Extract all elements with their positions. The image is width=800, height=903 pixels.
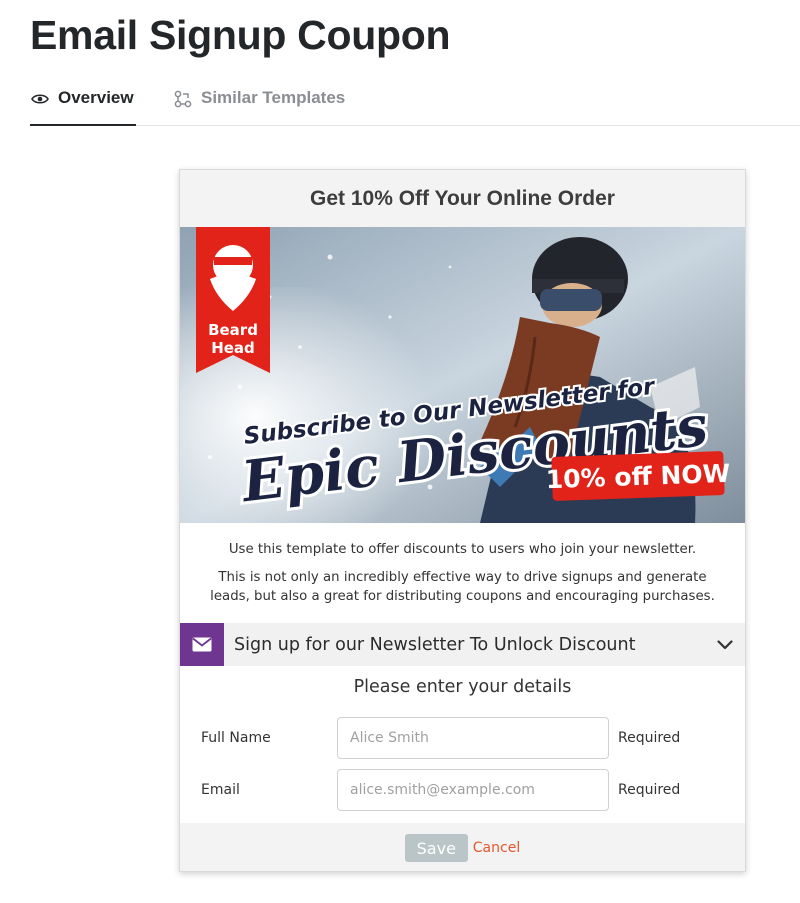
tab-overview-label: Overview	[58, 88, 134, 107]
page-title: Email Signup Coupon	[30, 12, 451, 58]
form-row-email: Email Required	[180, 769, 745, 811]
email-input[interactable]	[337, 769, 609, 811]
form-footer: Save Cancel	[180, 823, 745, 871]
eye-icon	[30, 89, 50, 109]
card-header: Get 10% Off Your Online Order	[180, 170, 745, 227]
form-title: Please enter your details	[353, 677, 572, 697]
full-name-label: Full Name	[201, 730, 271, 746]
template-preview-card: Get 10% Off Your Online Order Beard Head…	[179, 169, 746, 872]
beardhead-logo: Beard Head	[196, 227, 270, 373]
discount-badge: 10% off NOW	[545, 451, 731, 501]
tab-similar-templates-label: Similar Templates	[201, 88, 346, 107]
svg-text:Head: Head	[211, 339, 255, 357]
description-line-1: Use this template to offer discounts to …	[228, 542, 697, 557]
full-name-required: Required	[618, 730, 681, 746]
chevron-down-icon[interactable]	[705, 639, 745, 650]
email-required: Required	[618, 782, 681, 798]
cancel-link[interactable]: Cancel	[473, 840, 520, 856]
tab-similar-templates[interactable]: Similar Templates	[173, 88, 345, 126]
newsletter-accordion[interactable]: Sign up for our Newsletter To Unlock Dis…	[180, 623, 745, 666]
tab-bar: Overview Similar Templates	[30, 88, 800, 126]
accordion-title: Sign up for our Newsletter To Unlock Dis…	[234, 634, 636, 655]
promo-banner: Beard Head Subscribe to Our Newsletter f…	[180, 227, 745, 523]
full-name-input[interactable]	[337, 717, 609, 759]
svg-text:Beard: Beard	[208, 321, 258, 339]
form-row-full-name: Full Name Required	[180, 717, 745, 759]
email-label: Email	[201, 782, 240, 798]
description-line-2: This is not only an incredibly effective…	[210, 570, 715, 604]
save-button[interactable]: Save	[404, 834, 468, 862]
templates-icon	[173, 89, 193, 109]
tab-overview[interactable]: Overview	[30, 88, 136, 126]
envelope-icon	[180, 623, 224, 666]
template-description: Use this template to offer discounts to …	[180, 523, 745, 606]
